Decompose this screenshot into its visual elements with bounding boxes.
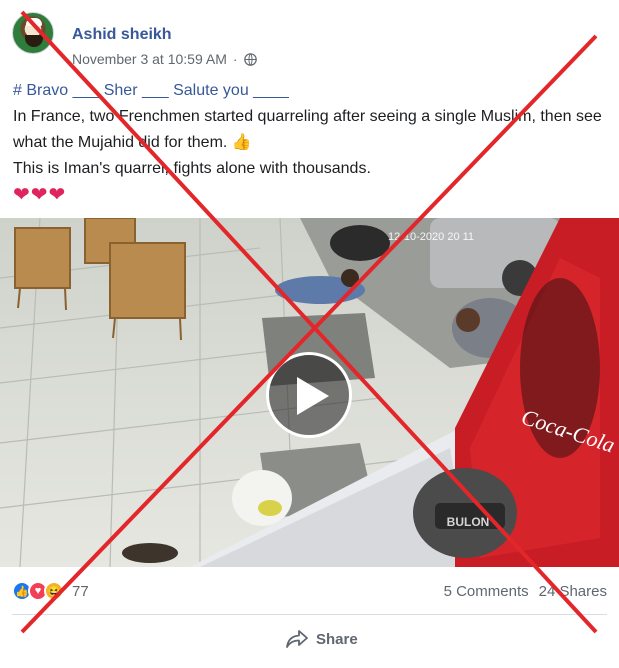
avatar[interactable] [12,12,54,54]
post-body-line1: In France, two Frenchmen started quarrel… [13,108,602,151]
reactions-bar[interactable]: 👍 ♥ 😆 77 [12,578,89,604]
engagement-stats: 5 Comments 24 Shares [444,583,607,600]
plastic-bag [232,470,292,526]
globe-icon [243,52,257,66]
video-timestamp: 12-10-2020 20 11 [388,231,474,243]
play-icon [297,377,329,415]
avatar-beard [25,35,43,47]
post-timestamp[interactable]: November 3 at 10:59 AM [72,51,227,67]
haha-icon: 😆 [44,581,64,601]
hearts-emoji: ❤❤❤ [13,184,67,206]
post-body-line2: This is Iman's quarrel, fights alone wit… [13,160,371,177]
hashtag-line[interactable]: # Bravo ___ Sher ___ Salute you ____ [13,78,605,104]
avatar-cap [26,18,42,26]
share-button[interactable]: Share [286,630,358,648]
share-label: Share [316,630,358,648]
play-button[interactable] [266,352,352,438]
helmet-text: BULON [447,515,490,529]
divider [12,614,607,615]
post-header: Ashid sheikh November 3 at 10:59 AM · [12,12,602,67]
post-meta: November 3 at 10:59 AM · [72,51,257,67]
slipper [122,543,178,563]
post-body: # Bravo ___ Sher ___ Salute you ____ In … [13,78,605,208]
reaction-icons: 👍 ♥ 😆 [12,581,64,601]
shares-count[interactable]: 24 Shares [539,583,607,600]
comments-count[interactable]: 5 Comments [444,583,529,600]
motorbike [330,225,390,261]
reaction-count[interactable]: 77 [72,583,89,600]
share-arrow-icon [286,630,308,648]
author-name[interactable]: Ashid sheikh [72,26,172,44]
